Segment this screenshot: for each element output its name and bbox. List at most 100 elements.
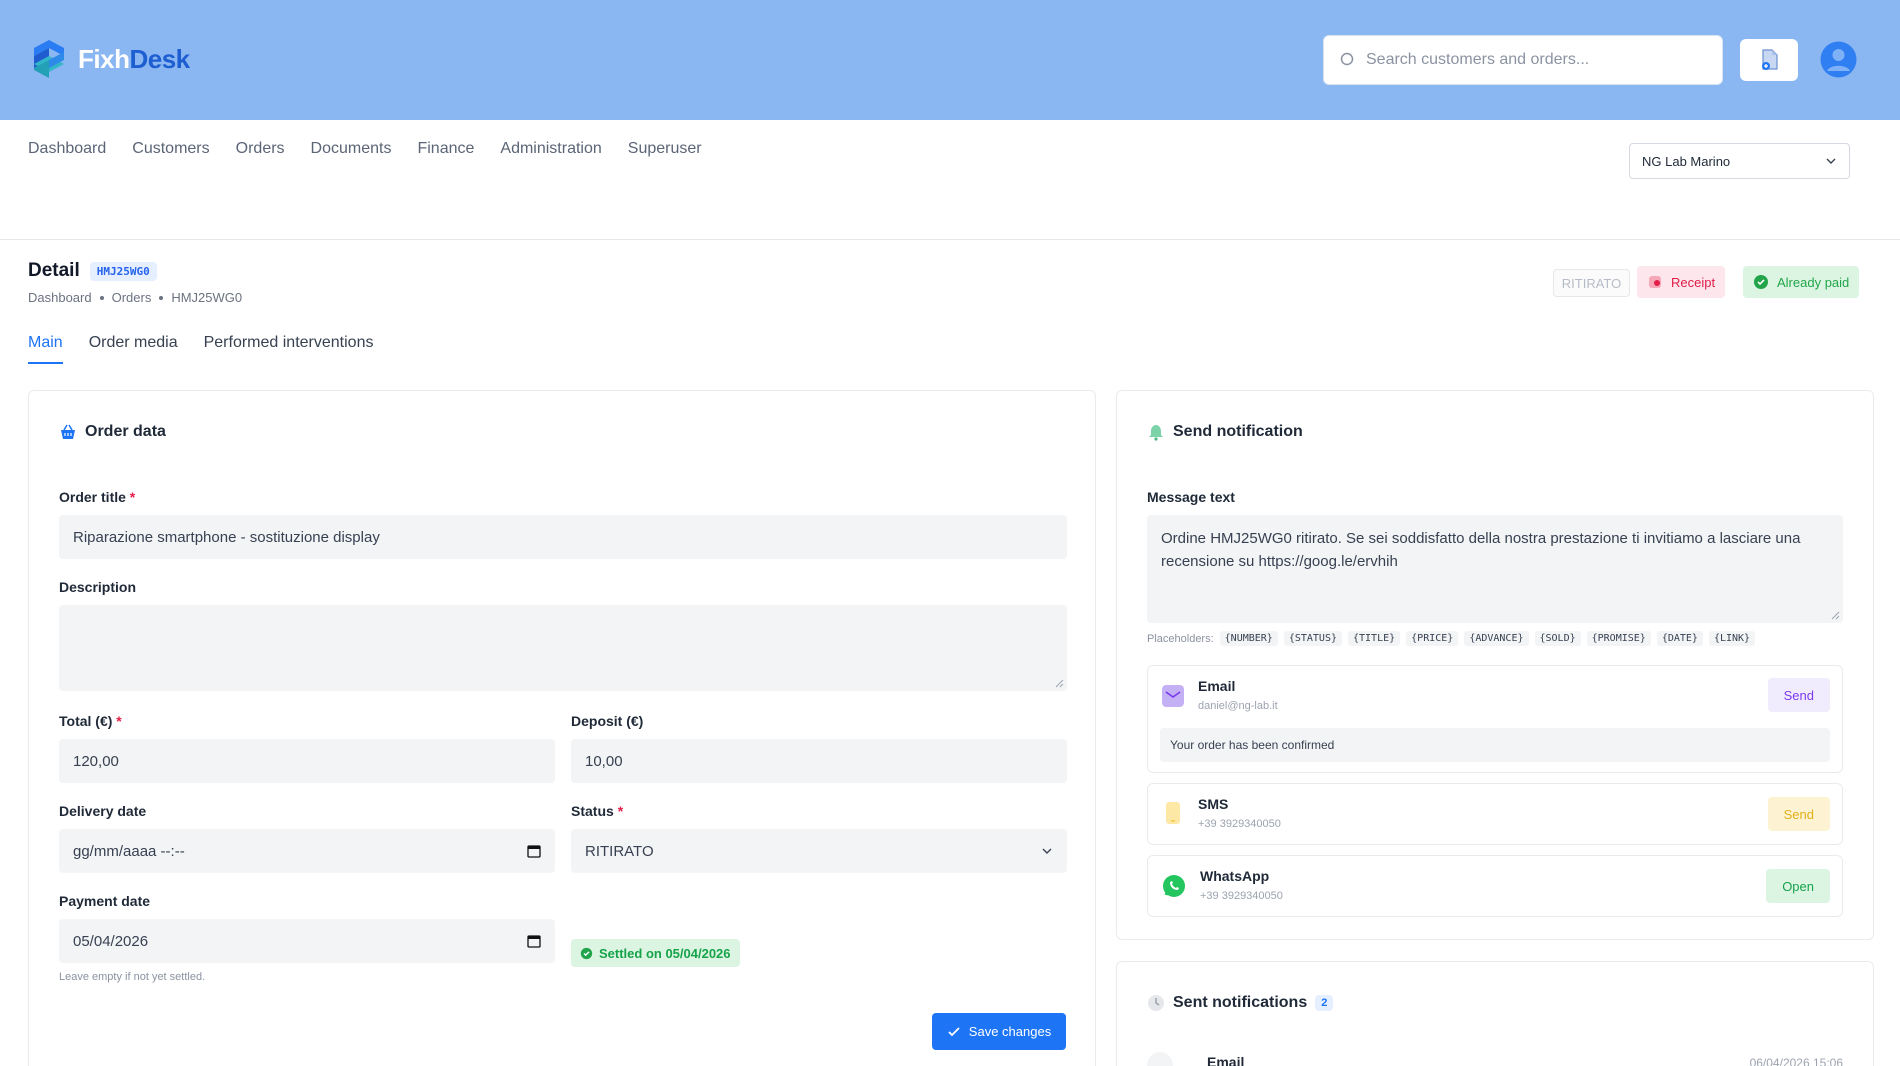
header-divider bbox=[0, 239, 1900, 240]
placeholder-chip[interactable]: {STATUS} bbox=[1283, 631, 1342, 646]
payment-date-label: Payment date bbox=[59, 893, 151, 909]
top-header: FixhDesk bbox=[0, 0, 1900, 120]
nav-dashboard[interactable]: Dashboard bbox=[28, 140, 106, 158]
send-notification-heading-text: Send notification bbox=[1173, 423, 1303, 440]
tab-performed-interventions[interactable]: Performed interventions bbox=[204, 334, 374, 364]
nav-orders[interactable]: Orders bbox=[236, 140, 285, 158]
order-code-badge: HMJ25WG0 bbox=[89, 261, 157, 281]
sms-channel-name: SMS bbox=[1198, 796, 1229, 812]
send-notification-card: Send notification Message text Ordine HM… bbox=[1116, 390, 1874, 940]
calendar-icon[interactable] bbox=[527, 934, 541, 948]
envelope-icon bbox=[1162, 685, 1184, 707]
message-text-label: Message text bbox=[1147, 489, 1235, 505]
search-icon bbox=[1340, 52, 1354, 66]
nav-administration[interactable]: Administration bbox=[500, 140, 601, 158]
nav-customers[interactable]: Customers bbox=[132, 140, 209, 158]
placeholder-chip[interactable]: {LINK} bbox=[1708, 631, 1756, 646]
tab-order-media[interactable]: Order media bbox=[89, 334, 178, 364]
status-badge-label: RITIRATO bbox=[1561, 275, 1622, 291]
tab-main[interactable]: Main bbox=[28, 334, 63, 364]
message-textarea[interactable]: Ordine HMJ25WG0 ritirato. Se sei soddisf… bbox=[1147, 515, 1843, 623]
placeholder-list: Placeholders: {NUMBER} {STATUS} {TITLE} … bbox=[1147, 631, 1756, 646]
user-icon bbox=[1820, 41, 1857, 78]
description-textarea[interactable] bbox=[59, 605, 1067, 691]
settled-text: Settled on 05/04/2026 bbox=[599, 945, 731, 961]
search-input[interactable] bbox=[1366, 51, 1696, 69]
deposit-field[interactable]: 10,00 bbox=[571, 739, 1067, 783]
search-bar[interactable] bbox=[1323, 35, 1723, 85]
breadcrumb-orders[interactable]: Orders bbox=[112, 290, 152, 305]
order-data-heading-text: Order data bbox=[85, 423, 166, 440]
settled-badge: Settled on 05/04/2026 bbox=[571, 939, 740, 967]
check-circle-icon bbox=[1754, 275, 1768, 289]
order-data-card: Order data Order title * Riparazione sma… bbox=[28, 390, 1096, 1066]
shop-selector[interactable]: NG Lab Marino bbox=[1629, 143, 1850, 179]
detail-header: Detail HMJ25WG0 bbox=[28, 260, 157, 282]
payment-date-hint: Leave empty if not yet settled. bbox=[59, 971, 206, 983]
shop-selector-value: NG Lab Marino bbox=[1642, 153, 1731, 169]
payment-date-value: 05/04/2026 bbox=[73, 932, 149, 950]
sent-notifications-heading: Sent notifications 2 bbox=[1147, 994, 1334, 1012]
sent-notifications-heading-text: Sent notifications bbox=[1173, 994, 1308, 1011]
order-title-field[interactable]: Riparazione smartphone - sostituzione di… bbox=[59, 515, 1067, 559]
sent-count-badge: 2 bbox=[1315, 995, 1334, 1011]
app-logo[interactable]: FixhDesk bbox=[28, 38, 190, 80]
sms-send-button[interactable]: Send bbox=[1767, 797, 1830, 831]
resize-handle-icon[interactable] bbox=[1831, 611, 1840, 620]
delivery-date-label: Delivery date bbox=[59, 803, 147, 819]
placeholder-chip[interactable]: {SOLD} bbox=[1534, 631, 1581, 646]
logo-text: FixhDesk bbox=[78, 43, 190, 74]
sms-channel-number: +39 3929340050 bbox=[1198, 818, 1281, 830]
chevron-down-icon bbox=[1826, 158, 1836, 164]
whatsapp-channel: WhatsApp +39 3929340050 Open bbox=[1147, 855, 1843, 917]
status-select[interactable]: RITIRATO bbox=[571, 829, 1067, 873]
total-label: Total (€) * bbox=[59, 713, 122, 729]
placeholder-chip[interactable]: {PROMISE} bbox=[1586, 631, 1651, 646]
calendar-icon[interactable] bbox=[527, 844, 541, 858]
chevron-down-icon bbox=[1042, 848, 1052, 854]
receipt-label: Receipt bbox=[1671, 274, 1716, 290]
deposit-label: Deposit (€) bbox=[571, 713, 644, 729]
sent-notification-item[interactable]: Email 06/04/2026 15:06 bbox=[1147, 1052, 1843, 1066]
basket-icon bbox=[61, 424, 75, 439]
status-select-value: RITIRATO bbox=[585, 842, 654, 860]
user-avatar[interactable] bbox=[1820, 41, 1857, 78]
order-data-heading: Order data bbox=[59, 423, 166, 441]
placeholder-chip[interactable]: {NUMBER} bbox=[1219, 631, 1278, 646]
placeholders-label: Placeholders: bbox=[1147, 632, 1214, 645]
new-document-button[interactable] bbox=[1740, 39, 1798, 81]
whatsapp-icon bbox=[1163, 875, 1185, 897]
nav-superuser[interactable]: Superuser bbox=[628, 140, 702, 158]
receipt-button[interactable]: Receipt bbox=[1637, 266, 1726, 298]
nav-finance[interactable]: Finance bbox=[417, 140, 474, 158]
sent-item-name: Email bbox=[1207, 1054, 1245, 1066]
email-channel-address: daniel@ng-lab.it bbox=[1198, 700, 1278, 712]
breadcrumb-separator bbox=[99, 295, 104, 300]
whatsapp-channel-number: +39 3929340050 bbox=[1200, 890, 1283, 902]
breadcrumb-separator bbox=[159, 295, 164, 300]
save-changes-label: Save changes bbox=[968, 1024, 1052, 1039]
sent-notifications-card: Sent notifications 2 Email 06/04/2026 15… bbox=[1116, 961, 1874, 1066]
phone-icon bbox=[1166, 802, 1180, 824]
placeholder-chip[interactable]: {DATE} bbox=[1656, 631, 1703, 646]
sent-item-time: 06/04/2026 15:06 bbox=[1749, 1056, 1843, 1066]
resize-handle-icon[interactable] bbox=[1055, 679, 1064, 688]
save-changes-button[interactable]: Save changes bbox=[932, 1013, 1066, 1050]
placeholder-chip[interactable]: {TITLE} bbox=[1348, 631, 1401, 646]
page-title: Detail bbox=[28, 260, 80, 281]
email-send-button[interactable]: Send bbox=[1767, 678, 1830, 712]
already-paid-button[interactable]: Already paid bbox=[1743, 266, 1860, 298]
total-field[interactable]: 120,00 bbox=[59, 739, 555, 783]
email-channel: Email daniel@ng-lab.it Send Your order h… bbox=[1147, 665, 1843, 773]
placeholder-chip[interactable]: {ADVANCE} bbox=[1464, 631, 1529, 646]
document-edit-icon bbox=[1762, 49, 1778, 70]
nav-documents[interactable]: Documents bbox=[311, 140, 392, 158]
breadcrumb-dashboard[interactable]: Dashboard bbox=[28, 290, 92, 305]
payment-date-field[interactable]: 05/04/2026 bbox=[59, 919, 555, 963]
breadcrumb: Dashboard Orders HMJ25WG0 bbox=[28, 290, 242, 305]
placeholder-chip[interactable]: {PRICE} bbox=[1406, 631, 1459, 646]
email-icon bbox=[1147, 1052, 1173, 1066]
delivery-date-field[interactable]: gg/mm/aaaa --:-- bbox=[59, 829, 555, 873]
whatsapp-open-button[interactable]: Open bbox=[1766, 869, 1830, 903]
detail-tabs: Main Order media Performed interventions bbox=[28, 334, 373, 364]
